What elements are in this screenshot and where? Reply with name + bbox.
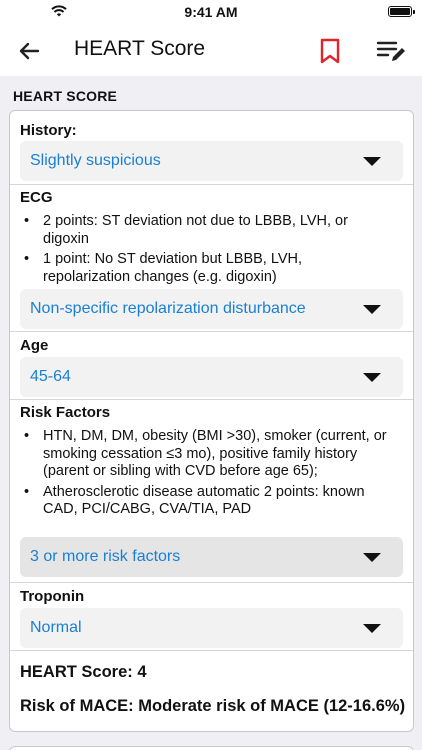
chevron-down-icon (363, 305, 381, 314)
arrow-left-icon[interactable] (14, 36, 44, 66)
chevron-down-icon (363, 553, 381, 562)
history-select[interactable]: Slightly suspicious (20, 141, 403, 181)
next-card-edge (9, 746, 414, 750)
age-select[interactable]: 45-64 (20, 357, 403, 397)
ecg-bullet-list: 2 points: ST deviation not due to LBBB, … (20, 213, 393, 289)
age-value: 45-64 (30, 368, 71, 385)
mace-risk-result: Risk of MACE: Moderate risk of MACE (12-… (20, 697, 406, 715)
age-group: Age 45-64 (10, 331, 413, 399)
history-value: Slightly suspicious (30, 152, 161, 169)
troponin-label: Troponin (20, 588, 85, 605)
risk-factors-bullet-list: HTN, DM, DM, obesity (BMI >30), smoker (… (20, 428, 393, 522)
ecg-bullet: 2 points: ST deviation not due to LBBB, … (20, 213, 393, 248)
bookmark-icon[interactable] (318, 37, 342, 65)
ecg-bullet: 1 point: No ST deviation but LBBB, LVH, … (20, 251, 393, 286)
content-area: History: Slightly suspicious ECG 2 point… (0, 110, 422, 750)
battery-icon (388, 6, 415, 17)
troponin-select[interactable]: Normal (20, 608, 403, 648)
list-edit-icon[interactable] (376, 38, 406, 64)
history-group: History: Slightly suspicious (10, 111, 413, 184)
risk-factors-bullet: Atherosclerotic disease automatic 2 poin… (20, 484, 393, 519)
troponin-group: Troponin Normal (10, 582, 413, 650)
ecg-value: Non-specific repolarization disturbance (30, 300, 306, 317)
ecg-group: ECG 2 points: ST deviation not due to LB… (10, 184, 413, 331)
section-header: HEART SCORE (0, 76, 422, 110)
risk-factors-bullet: HTN, DM, DM, obesity (BMI >30), smoker (… (20, 428, 393, 481)
page-title: HEART Score (74, 37, 206, 60)
status-time: 9:41 AM (184, 4, 238, 20)
history-label: History: (20, 122, 77, 139)
chevron-down-icon (363, 157, 381, 166)
age-label: Age (20, 337, 49, 354)
status-bar: 9:41 AM (0, 0, 422, 26)
risk-factors-label: Risk Factors (20, 404, 111, 421)
heart-score-card: History: Slightly suspicious ECG 2 point… (9, 110, 414, 732)
risk-factors-value: 3 or more risk factors (30, 548, 181, 565)
results-group: HEART Score: 4 Risk of MACE: Moderate ri… (10, 650, 413, 732)
chevron-down-icon (363, 624, 381, 633)
troponin-value: Normal (30, 619, 82, 636)
heart-score-result: HEART Score: 4 (20, 663, 147, 681)
ecg-select[interactable]: Non-specific repolarization disturbance (20, 289, 403, 329)
risk-factors-group: Risk Factors HTN, DM, DM, obesity (BMI >… (10, 399, 413, 582)
nav-bar: HEART Score (0, 26, 422, 76)
ecg-label: ECG (20, 189, 53, 206)
chevron-down-icon (363, 373, 381, 382)
risk-factors-select[interactable]: 3 or more risk factors (20, 537, 403, 577)
